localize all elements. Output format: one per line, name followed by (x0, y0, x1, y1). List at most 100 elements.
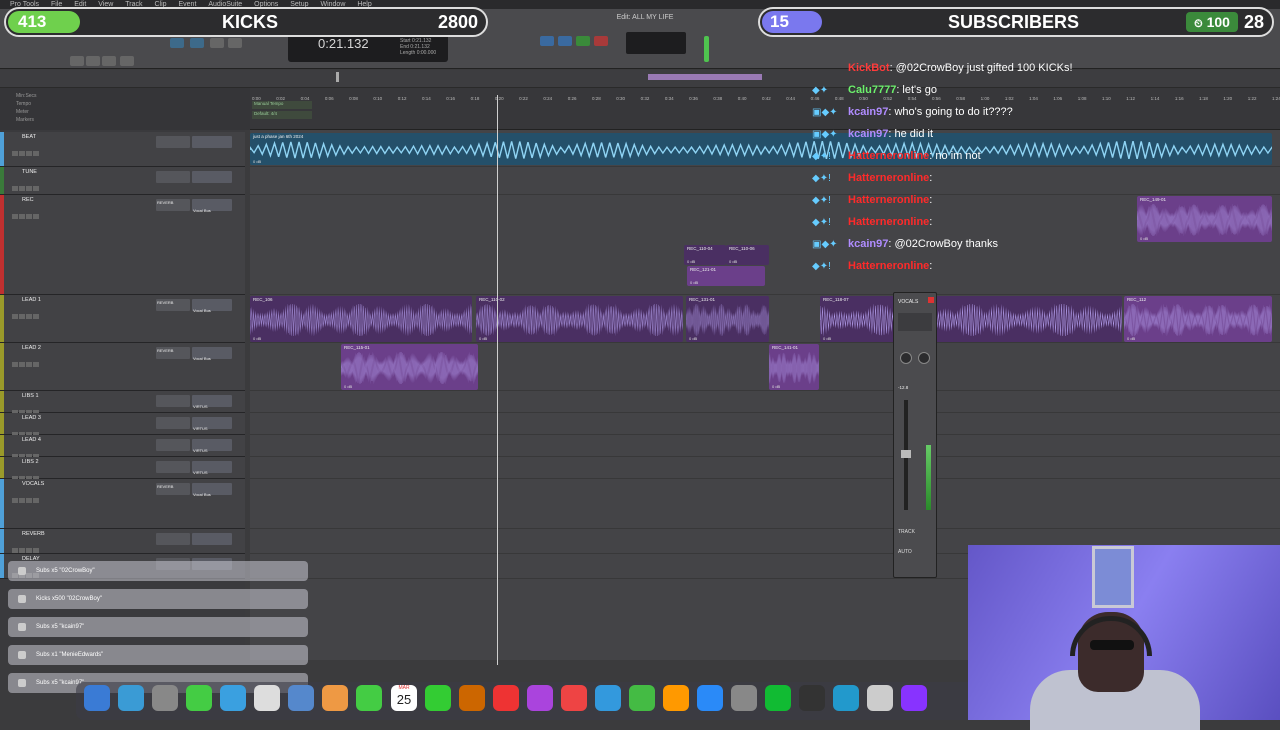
ilok-icon[interactable] (833, 685, 859, 711)
track-header[interactable]: LEAD 3 VIRTUS (0, 413, 245, 437)
io-selector[interactable]: VIRTUS (192, 395, 232, 409)
solo-button[interactable] (26, 498, 32, 503)
track-name[interactable]: REC (22, 197, 34, 203)
appstore-icon[interactable] (731, 685, 757, 711)
mute-button[interactable] (33, 548, 39, 553)
pan-knob-right[interactable] (918, 352, 930, 364)
meter-marker[interactable]: Default: 4/4 (252, 111, 312, 119)
record-enable-button[interactable] (12, 186, 18, 191)
audio-clip-lead1-5[interactable]: REC_112 0 dB (1124, 296, 1272, 342)
pencil-tool-button[interactable] (228, 38, 242, 48)
plugin-icon[interactable] (901, 685, 927, 711)
track-header[interactable]: LIBS 2 VIRTUS (0, 457, 245, 481)
track-lane[interactable] (250, 413, 1280, 435)
settings-icon[interactable] (765, 685, 791, 711)
track-header[interactable]: REVERB (0, 529, 245, 554)
transport-record-button[interactable] (594, 36, 608, 46)
chat-username[interactable]: Hatterneronline (848, 260, 929, 272)
facetime-icon[interactable] (356, 685, 382, 711)
insert-slot[interactable] (156, 533, 190, 545)
transport-play-button[interactable] (576, 36, 590, 46)
io-selector[interactable] (192, 171, 232, 183)
chat-username[interactable]: Hatterneronline (848, 216, 929, 228)
audio-clip-lead2-2[interactable]: REC_141-01 0 dB (769, 344, 819, 390)
solo-button[interactable] (26, 362, 32, 367)
solo-button[interactable] (26, 214, 32, 219)
grabber-tool-button[interactable] (210, 38, 224, 48)
record-enable-button[interactable] (12, 548, 18, 553)
track-header[interactable]: REC REVERB Vocal Bus (0, 195, 245, 295)
track-header[interactable]: TUNE (0, 167, 245, 195)
track-header[interactable]: LEAD 4 VIRTUS (0, 435, 245, 459)
record-enable-button[interactable] (12, 214, 18, 219)
input-monitor-button[interactable] (19, 214, 25, 219)
chat-username[interactable]: Hatterneronline (848, 194, 929, 206)
photos-icon[interactable] (322, 685, 348, 711)
track-name[interactable]: LIBS 2 (22, 459, 39, 465)
solo-button[interactable] (26, 314, 32, 319)
track-name[interactable]: TUNE (22, 169, 37, 175)
solo-button[interactable] (26, 186, 32, 191)
mute-button[interactable] (33, 186, 39, 191)
input-monitor-button[interactable] (19, 498, 25, 503)
insert-slot[interactable] (156, 395, 190, 407)
record-enable-button[interactable] (12, 362, 18, 367)
track-name[interactable]: LEAD 3 (22, 415, 41, 421)
track-header[interactable]: VOCALS REVERB Vocal Bus (0, 479, 245, 529)
zoom-preset-button[interactable] (86, 56, 100, 66)
track-header[interactable]: LEAD 2 REVERB Vocal Bus (0, 343, 245, 391)
mixer-insert-slots[interactable] (898, 313, 932, 331)
solo-button[interactable] (26, 151, 32, 156)
record-enable-button[interactable] (12, 314, 18, 319)
pan-knob-left[interactable] (900, 352, 912, 364)
transport-stop-button[interactable] (558, 36, 572, 46)
track-name[interactable]: LEAD 2 (22, 345, 41, 351)
track-name[interactable]: LEAD 4 (22, 437, 41, 443)
volume-fader-cap[interactable] (901, 450, 911, 458)
record-enable-button[interactable] (12, 151, 18, 156)
insert-slot[interactable]: REVERB (156, 299, 190, 311)
track-lane[interactable] (250, 457, 1280, 479)
appletv-icon[interactable] (493, 685, 519, 711)
mute-button[interactable] (33, 214, 39, 219)
audio-clip-rec-1[interactable]: REC_110-04 0 dB (684, 245, 726, 265)
audio-clip-lead1-3[interactable]: REC_131-01 0 dB (686, 296, 769, 342)
track-lane[interactable] (250, 391, 1280, 413)
folder-icon[interactable] (425, 685, 451, 711)
track-lane[interactable] (250, 435, 1280, 457)
keynote-icon[interactable] (629, 685, 655, 711)
track-name[interactable]: LIBS 1 (22, 393, 39, 399)
numbers-icon[interactable] (663, 685, 689, 711)
audio-clip-lead1-2[interactable]: REC_110-02 0 dB (476, 296, 683, 342)
chat-username[interactable]: Hatterneronline (848, 150, 929, 162)
chat-username[interactable]: kcain97 (848, 238, 888, 250)
mixer-record-button[interactable] (928, 297, 934, 303)
protools-icon[interactable] (867, 685, 893, 711)
input-monitor-button[interactable] (19, 151, 25, 156)
track-header[interactable]: LEAD 1 REVERB Vocal Bus (0, 295, 245, 343)
playhead-cursor[interactable] (497, 95, 498, 665)
calendar-icon[interactable]: MAR 25 (391, 685, 417, 711)
tempo-meter-display[interactable] (626, 32, 686, 54)
input-monitor-button[interactable] (19, 186, 25, 191)
insert-slot[interactable] (156, 461, 190, 473)
safari-icon[interactable] (118, 685, 144, 711)
selector-tool-button[interactable] (190, 38, 204, 48)
zoom-preset-button[interactable] (102, 56, 116, 66)
io-selector[interactable]: VIRTUS (192, 461, 232, 475)
track-header[interactable]: LIBS 1 VIRTUS (0, 391, 245, 415)
insert-slot[interactable]: REVERB (156, 347, 190, 359)
track-name[interactable]: LEAD 1 (22, 297, 41, 303)
audio-clip-lead1-4[interactable]: REC_118-07 0 dB (820, 296, 1122, 342)
mute-button[interactable] (33, 498, 39, 503)
zoom-preset-button[interactable] (120, 56, 134, 66)
pages-icon[interactable] (697, 685, 723, 711)
mixer-fader-value[interactable]: -12.8 (898, 385, 908, 390)
files-icon[interactable] (254, 685, 280, 711)
audio-clip-lead2-1[interactable]: REC_115-01 0 dB (341, 344, 478, 390)
chat-username[interactable]: Calu7777 (848, 84, 896, 96)
mute-button[interactable] (33, 151, 39, 156)
track-name[interactable]: VOCALS (22, 481, 44, 487)
tempo-marker[interactable]: Manual Tempo (252, 101, 312, 109)
io-selector[interactable]: VIRTUS (192, 439, 232, 453)
